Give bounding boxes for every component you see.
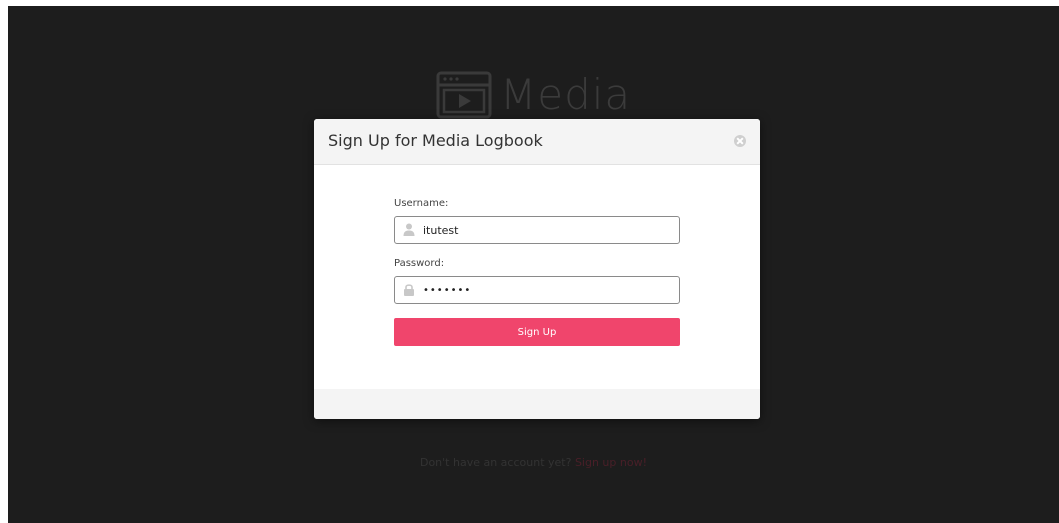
modal-body: Username: Password: Sign Up [314, 165, 760, 389]
app-logo: Media [436, 70, 631, 119]
app-logo-text: Media [500, 70, 632, 119]
page-background: Media Don't have an account yet? Sign up… [8, 6, 1059, 523]
username-label: Username: [394, 198, 449, 209]
signup-now-link[interactable]: Sign up now! [575, 456, 647, 469]
video-player-icon [436, 71, 492, 118]
signup-prompt-text: Don't have an account yet? [419, 456, 572, 469]
lock-icon [404, 284, 414, 296]
close-icon[interactable] [734, 135, 746, 147]
user-icon [403, 223, 415, 236]
signup-form: Username: Password: Sign Up [394, 198, 680, 346]
modal-footer [314, 389, 760, 419]
username-field[interactable] [394, 216, 680, 244]
modal-title: Sign Up for Media Logbook [328, 131, 543, 150]
username-input[interactable] [423, 217, 669, 243]
password-field[interactable] [394, 276, 680, 304]
modal-header: Sign Up for Media Logbook [314, 119, 760, 165]
signup-modal: Sign Up for Media Logbook Username: Pass… [314, 119, 760, 419]
password-label: Password: [394, 258, 445, 269]
sign-up-button[interactable]: Sign Up [394, 318, 680, 346]
signup-prompt: Don't have an account yet? Sign up now! [8, 456, 1059, 469]
password-input[interactable] [423, 277, 669, 303]
